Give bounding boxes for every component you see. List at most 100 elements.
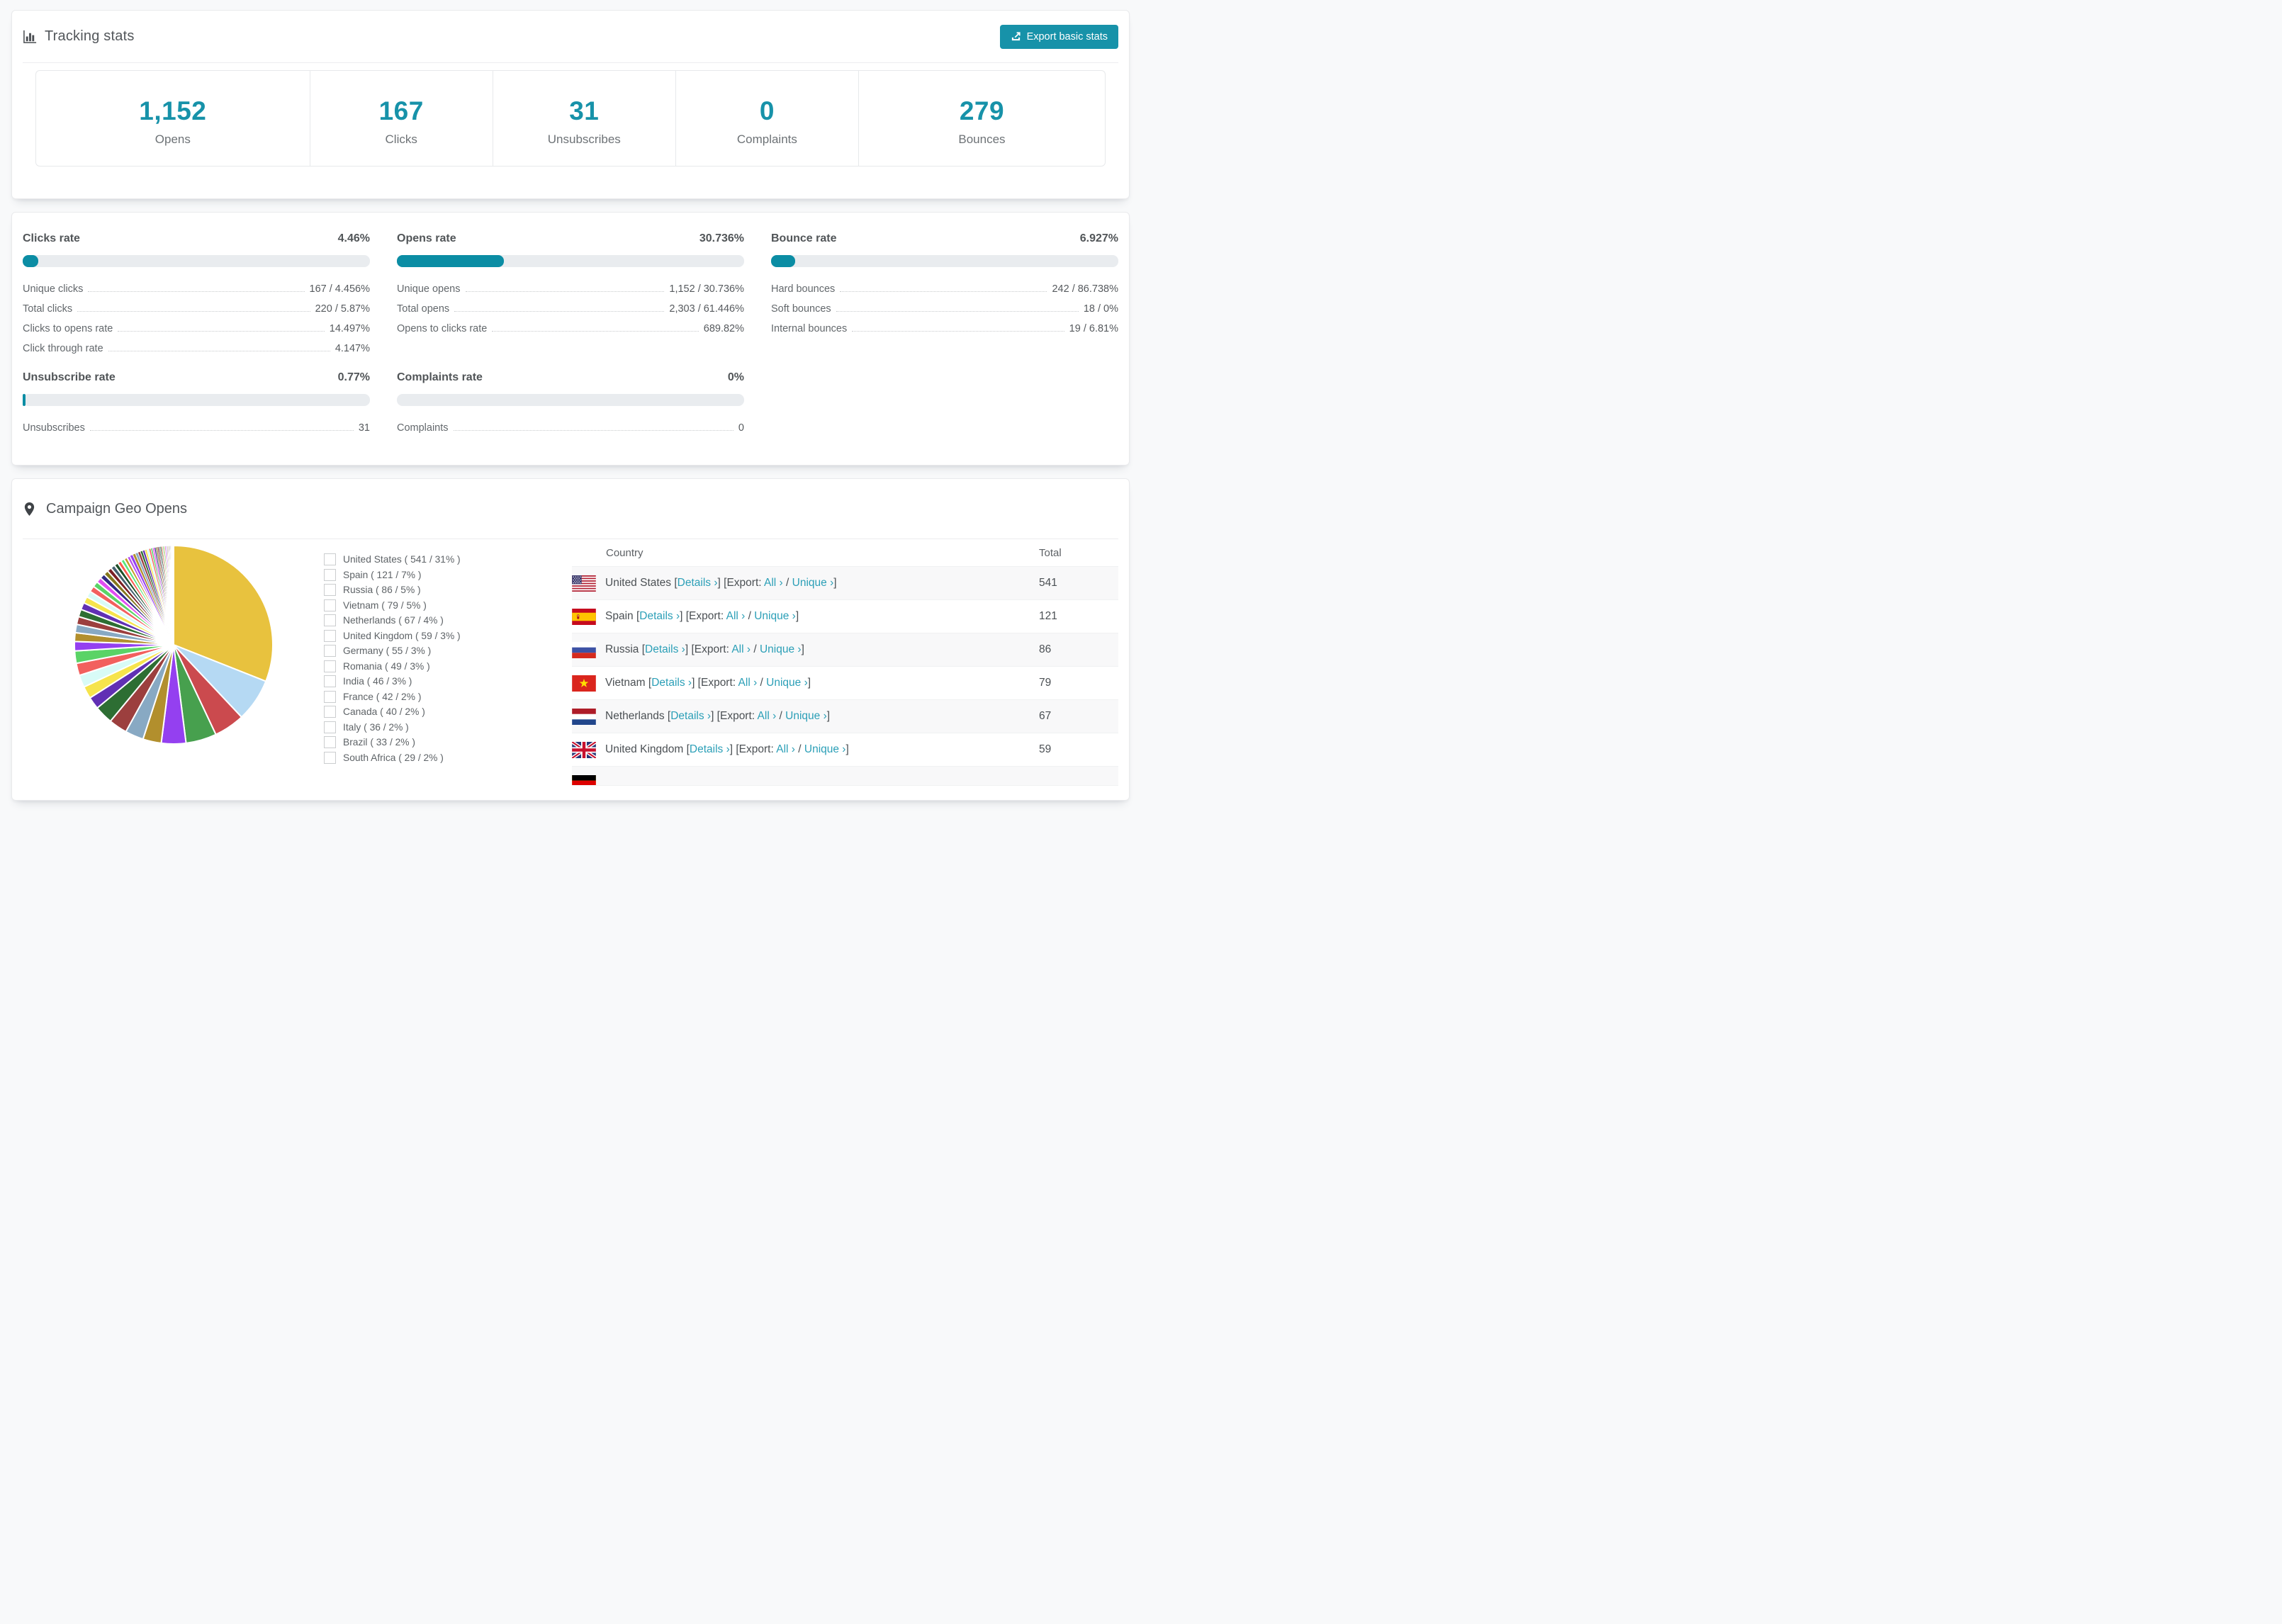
legend-swatch — [324, 660, 336, 672]
rate-row-label: Total clicks — [23, 303, 73, 315]
rate-panel-clicks-rate: Clicks rate 4.46% Unique clicks 167 / 4.456… — [23, 232, 370, 357]
bracket: ] [Export: — [680, 610, 726, 622]
bracket: ] — [795, 610, 799, 622]
details-link[interactable]: Details › — [639, 610, 680, 622]
export-unique-link[interactable]: Unique › — [785, 710, 827, 722]
campaign-geo-opens-card: Campaign Geo Opens United States ( 541 /… — [11, 478, 1130, 801]
rates-grid: Clicks rate 4.46% Unique clicks 167 / 4.456… — [23, 232, 1118, 436]
separator: / — [794, 743, 804, 755]
stat-value: 31 — [569, 96, 600, 125]
stat-label: Clicks — [385, 132, 417, 146]
table-row — [572, 766, 1118, 786]
rate-row-label: Complaints — [397, 422, 449, 434]
stat-value: 167 — [378, 96, 424, 125]
geo-table: Country Total United States [Details ›] … — [572, 539, 1118, 786]
column-header-total: Total — [1039, 546, 1062, 559]
details-link[interactable]: Details › — [651, 677, 692, 689]
rate-row-label: Clicks to opens rate — [23, 322, 113, 334]
export-unique-link[interactable]: Unique › — [754, 610, 796, 622]
progress-fill — [23, 394, 26, 406]
legend-label: Netherlands ( 67 / 4% ) — [343, 615, 444, 626]
rate-row: Opens to clicks rate 689.82% — [397, 317, 744, 337]
stat-cell-complaints: 0 Complaints — [676, 71, 859, 166]
legend-swatch — [324, 629, 336, 642]
rate-row: Click through rate 4.147% — [23, 337, 370, 357]
legend-swatch — [324, 645, 336, 658]
progress-fill — [23, 255, 38, 267]
rate-row: Total clicks 220 / 5.87% — [23, 298, 370, 317]
bracket: ] — [833, 577, 837, 589]
export-unique-link[interactable]: Unique › — [760, 643, 802, 655]
legend-label: Germany ( 55 / 3% ) — [343, 645, 432, 657]
rate-panel-opens-rate: Opens rate 30.736% Unique opens 1,152 / 30.… — [397, 232, 744, 357]
table-row-russia: Russia [Details ›] [Export: All › / Uniq… — [572, 633, 1118, 667]
bracket: ] [Export: — [685, 643, 732, 655]
rate-row: Total opens 2,303 / 61.446% — [397, 298, 744, 317]
rate-row: Hard bounces 242 / 86.738% — [771, 278, 1118, 298]
legend-item[interactable]: Spain ( 121 / 7% ) — [324, 568, 572, 583]
legend-swatch — [324, 690, 336, 703]
geo-card-header: Campaign Geo Opens — [23, 479, 1118, 539]
rate-row-value: 4.147% — [335, 342, 370, 354]
legend-item[interactable]: Vietnam ( 79 / 5% ) — [324, 598, 572, 614]
rate-row-label: Click through rate — [23, 342, 103, 354]
rate-rows: Unique opens 1,152 / 30.736% Total opens 2,… — [397, 278, 744, 337]
export-unique-link[interactable]: Unique › — [804, 743, 846, 755]
legend-swatch — [324, 706, 336, 718]
legend-swatch — [324, 584, 336, 597]
rate-panel-header: Bounce rate 6.927% — [771, 232, 1118, 245]
legend-item[interactable]: Germany ( 55 / 3% ) — [324, 643, 572, 659]
legend-item[interactable]: Brazil ( 33 / 2% ) — [324, 735, 572, 750]
legend-item[interactable]: United Kingdom ( 59 / 3% ) — [324, 628, 572, 644]
rate-row-leader — [77, 311, 310, 312]
export-unique-link[interactable]: Unique › — [766, 677, 808, 689]
legend-swatch — [324, 721, 336, 733]
legend-item[interactable]: United States ( 541 / 31% ) — [324, 552, 572, 568]
flag-es-icon — [572, 608, 596, 625]
rate-row-leader — [840, 291, 1047, 292]
bracket: ] — [801, 643, 804, 655]
legend-swatch — [324, 553, 336, 566]
legend-item[interactable]: Netherlands ( 67 / 4% ) — [324, 613, 572, 628]
export-all-link[interactable]: All › — [726, 610, 746, 622]
rate-row: Internal bounces 19 / 6.81% — [771, 317, 1118, 337]
table-body: United States [Details ›] [Export: All ›… — [572, 566, 1118, 786]
export-all-link[interactable]: All › — [758, 710, 777, 722]
export-all-link[interactable]: All › — [731, 643, 751, 655]
export-basic-stats-button[interactable]: Export basic stats — [999, 24, 1118, 49]
legend-item[interactable]: Canada ( 40 / 2% ) — [324, 704, 572, 720]
rate-value: 0% — [727, 371, 744, 383]
progress-bar — [23, 394, 370, 406]
details-link[interactable]: Details › — [690, 743, 730, 755]
legend-item[interactable]: Italy ( 36 / 2% ) — [324, 720, 572, 735]
export-all-link[interactable]: All › — [776, 743, 795, 755]
details-link[interactable]: Details › — [670, 710, 711, 722]
legend-item[interactable]: India ( 46 / 3% ) — [324, 674, 572, 689]
details-link[interactable]: Details › — [645, 643, 685, 655]
rate-panel-header: Opens rate 30.736% — [397, 232, 744, 245]
legend-item[interactable]: France ( 42 / 2% ) — [324, 689, 572, 705]
legend-item[interactable]: Romania ( 49 / 3% ) — [324, 659, 572, 675]
rate-row-leader — [465, 291, 665, 292]
export-all-link[interactable]: All › — [764, 577, 783, 589]
country-cell: Spain [Details ›] [Export: All › / Uniqu… — [605, 610, 1039, 623]
rate-row-leader — [492, 331, 699, 332]
column-header-country: Country — [606, 546, 643, 559]
country-name: United Kingdom — [605, 743, 687, 755]
bracket: ] [Export: — [711, 710, 758, 722]
legend-swatch — [324, 568, 336, 581]
bracket: ] — [807, 677, 811, 689]
legend-item[interactable]: South Africa ( 29 / 2% ) — [324, 750, 572, 766]
rate-panel-complaints-rate: Complaints rate 0% Complaints 0 — [397, 371, 744, 436]
rate-row: Complaints 0 — [397, 417, 744, 436]
export-unique-link[interactable]: Unique › — [792, 577, 834, 589]
legend-item[interactable]: Russia ( 86 / 5% ) — [324, 582, 572, 598]
total-value: 86 — [1039, 643, 1052, 655]
export-all-link[interactable]: All › — [738, 677, 758, 689]
rate-row-leader — [852, 331, 1064, 332]
legend-label: Spain ( 121 / 7% ) — [343, 569, 422, 580]
separator: / — [757, 677, 767, 689]
details-link[interactable]: Details › — [678, 577, 718, 589]
flag-nl-icon — [572, 708, 596, 725]
rate-row: Clicks to opens rate 14.497% — [23, 317, 370, 337]
